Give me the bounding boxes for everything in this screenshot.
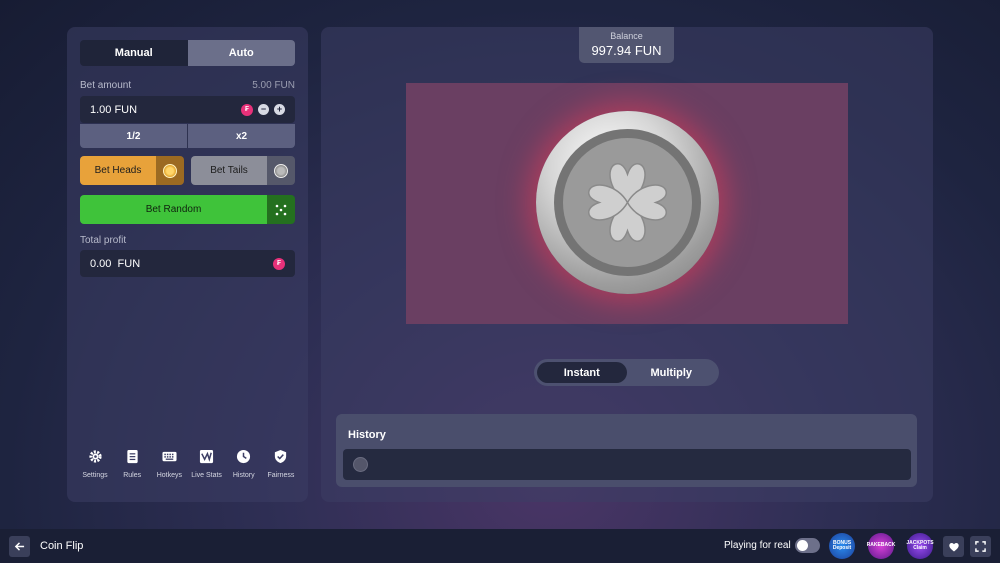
mode-tabs: Manual Auto [80, 40, 295, 66]
clover-icon [587, 162, 668, 243]
fairness-button[interactable]: Fairness [263, 449, 299, 479]
rules-button[interactable]: Rules [114, 449, 150, 479]
arrow-left-icon [14, 542, 25, 551]
decrease-bet-button[interactable]: − [258, 104, 269, 115]
play-for-real-toggle[interactable] [795, 538, 820, 553]
gear-icon [88, 450, 102, 463]
bet-tails-button[interactable]: Bet Tails [191, 156, 295, 185]
settings-button[interactable]: Settings [77, 449, 113, 479]
silver-coin-icon [274, 163, 288, 178]
bet-amount-label: Bet amount [80, 80, 132, 91]
clock-icon [237, 449, 251, 464]
history-section: History [336, 414, 917, 487]
bet-random-button[interactable]: Bet Random [80, 195, 295, 224]
play-for-real-label: Playing for real [724, 540, 791, 551]
total-profit-label: Total profit [80, 235, 127, 246]
coin [536, 111, 719, 294]
tab-auto[interactable]: Auto [187, 40, 295, 66]
balance-display: Balance 997.94 FUN [579, 27, 674, 63]
total-profit-value: 0.00 [90, 257, 112, 270]
bet-heads-label: Bet Heads [80, 156, 156, 185]
tab-manual[interactable]: Manual [80, 40, 188, 66]
rakeback-promo-button[interactable]: RAKEBACK [867, 533, 895, 559]
keyboard-icon [162, 451, 177, 462]
increase-bet-button[interactable]: + [274, 104, 285, 115]
game-panel: Balance 997.94 FUN Instant Multiply Hist… [321, 27, 933, 502]
bet-multiplier-row: 1/2 x2 [80, 124, 295, 148]
bet-control-panel: Manual Auto Bet amount 5.00 FUN 1.00 FUN… [67, 27, 308, 502]
history-button[interactable]: History [226, 449, 262, 479]
gold-coin-icon [163, 163, 177, 178]
favorite-button[interactable] [943, 536, 964, 557]
bet-tails-label: Bet Tails [191, 156, 267, 185]
double-bet-button[interactable]: x2 [187, 124, 295, 148]
fullscreen-button[interactable] [970, 536, 991, 557]
balance-label: Balance [610, 31, 643, 41]
bet-max-hint: 5.00 FUN [252, 80, 295, 91]
instant-option[interactable]: Instant [537, 362, 627, 383]
total-profit-currency: FUN [117, 257, 141, 270]
back-button[interactable] [9, 536, 30, 557]
live-stats-button[interactable]: Live Stats [189, 449, 225, 479]
coin-stage [406, 83, 848, 324]
footer-bar: Coin Flip Playing for real BONUS Deposit… [0, 529, 1000, 563]
history-title: History [348, 429, 386, 441]
bonus-promo-button[interactable]: BONUS Deposit [829, 533, 855, 559]
speed-toggle: Instant Multiply [534, 359, 719, 386]
history-coin-icon [353, 457, 368, 472]
dice-icon [275, 204, 287, 215]
currency-icon: ₣ [273, 257, 285, 270]
half-bet-button[interactable]: 1/2 [80, 124, 187, 148]
hotkeys-button[interactable]: Hotkeys [151, 449, 187, 479]
jackpots-promo-button[interactable]: JACKPOTS Claim [906, 533, 934, 559]
chart-icon [200, 449, 214, 464]
bet-heads-button[interactable]: Bet Heads [80, 156, 184, 185]
bet-amount-value: 1.00 FUN [90, 103, 138, 116]
bet-random-label: Bet Random [80, 195, 267, 224]
shield-check-icon [275, 449, 287, 464]
bet-amount-input[interactable]: 1.00 FUN ₣ − + [80, 96, 295, 123]
game-title: Coin Flip [40, 540, 84, 552]
currency-icon: ₣ [241, 103, 253, 116]
heart-icon [948, 542, 959, 551]
history-strip [343, 449, 911, 480]
panel-toolbar: Settings Rules Hotkeys Live Stats Histor… [77, 449, 299, 479]
fullscreen-icon [975, 541, 986, 552]
multiply-option[interactable]: Multiply [627, 362, 717, 383]
document-icon [127, 449, 138, 464]
total-profit-field: 0.00 FUN ₣ [80, 250, 295, 277]
balance-value: 997.94 FUN [591, 43, 662, 58]
